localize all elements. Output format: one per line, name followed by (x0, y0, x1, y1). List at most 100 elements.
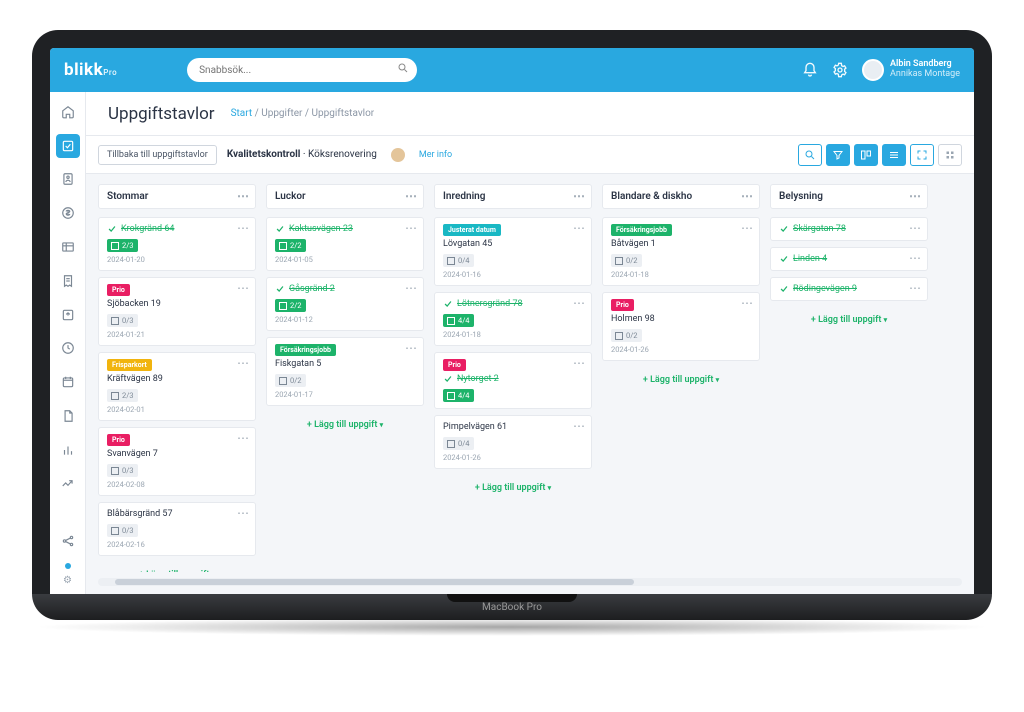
card-menu-icon[interactable]: ⋯ (573, 420, 585, 432)
add-task-button[interactable]: + Lägg till uppgift ▾ (770, 309, 928, 331)
card-title: Svanvägen 7 (107, 449, 158, 459)
view-filter-icon[interactable] (826, 144, 850, 166)
search-input[interactable] (187, 58, 417, 82)
nav-time-icon[interactable] (56, 336, 80, 360)
card-date: 2024-01-12 (275, 315, 415, 324)
card-menu-icon[interactable]: ⋯ (909, 252, 921, 264)
card[interactable]: FörsäkringsjobbFiskgatan 50/22024-01-17⋯ (266, 337, 424, 406)
card-menu-icon[interactable]: ⋯ (405, 222, 417, 234)
nav-home-icon[interactable] (56, 100, 80, 124)
card-badge: Frisparkort (107, 359, 152, 371)
card-badge: Prio (443, 359, 466, 371)
card[interactable]: Skärgatan 78⋯ (770, 217, 928, 241)
card-menu-icon[interactable]: ⋯ (237, 432, 249, 444)
add-task-button[interactable]: + Lägg till uppgift ▾ (266, 414, 424, 436)
view-search-icon[interactable] (798, 144, 822, 166)
card-menu-icon[interactable]: ⋯ (909, 282, 921, 294)
view-kanban-icon[interactable] (854, 144, 878, 166)
view-list-icon[interactable] (882, 144, 906, 166)
card-menu-icon[interactable]: ⋯ (573, 222, 585, 234)
card[interactable]: Pimpelvägen 610/42024-01-26⋯ (434, 415, 592, 469)
nav-contacts-icon[interactable] (56, 168, 80, 192)
add-task-button[interactable]: + Lägg till uppgift ▾ (434, 477, 592, 499)
card-menu-icon[interactable]: ⋯ (573, 357, 585, 369)
card-date: 2024-02-16 (107, 540, 247, 549)
card-title: Båtvägen 1 (611, 239, 656, 249)
nav-calendar-icon[interactable] (56, 370, 80, 394)
card[interactable]: FrisparkortKräftvägen 892/32024-02-01⋯ (98, 352, 256, 421)
card-title: Sjöbacken 19 (107, 299, 161, 309)
column-menu-icon[interactable]: ⋯ (741, 190, 753, 202)
card[interactable]: PrioHolmen 980/22024-01-26⋯ (602, 292, 760, 361)
card[interactable]: PrioNytorget 24/4⋯ (434, 352, 592, 409)
nav-doc-icon[interactable] (56, 404, 80, 428)
card-title: Kaktusvägen 23 (289, 224, 353, 234)
card[interactable]: Linden 4⋯ (770, 247, 928, 271)
card-date: 2024-01-18 (443, 330, 583, 339)
rail-settings-icon[interactable]: ⚙ (63, 575, 72, 586)
card-menu-icon[interactable]: ⋯ (237, 282, 249, 294)
horizontal-scrollbar[interactable] (98, 578, 962, 586)
card-progress: 2/2 (275, 239, 306, 252)
card[interactable]: Kaktusvägen 232/22024-01-05⋯ (266, 217, 424, 271)
check-icon (443, 374, 453, 384)
nav-export-icon[interactable] (56, 303, 80, 327)
card-date: 2024-01-17 (275, 390, 415, 399)
nav-bars-icon[interactable] (56, 438, 80, 462)
card-badge: Försäkringsjobb (611, 224, 672, 236)
card[interactable]: PrioSvanvägen 70/32024-02-08⋯ (98, 427, 256, 496)
card[interactable]: Krokgränd 642/32024-01-20⋯ (98, 217, 256, 271)
check-icon (779, 224, 789, 234)
nav-trend-icon[interactable] (56, 472, 80, 496)
nav-share-icon[interactable] (56, 529, 80, 553)
user-block[interactable]: Albin Sandberg Annikas Montage (862, 59, 960, 81)
card-progress: 2/3 (107, 239, 138, 252)
nav-receipt-icon[interactable] (56, 269, 80, 293)
card[interactable]: Lötnersgränd 784/42024-01-18⋯ (434, 292, 592, 346)
bell-icon[interactable] (802, 62, 818, 78)
column-menu-icon[interactable]: ⋯ (405, 190, 417, 202)
settings-icon[interactable] (832, 62, 848, 78)
back-button[interactable]: Tillbaka till uppgiftstavlor (98, 145, 217, 165)
brand: blikkPro (64, 60, 117, 80)
nav-table-icon[interactable] (56, 235, 80, 259)
card-menu-icon[interactable]: ⋯ (405, 342, 417, 354)
card-progress: 0/2 (611, 254, 642, 267)
user-org: Annikas Montage (890, 70, 960, 80)
card[interactable]: Rödingevägen 9⋯ (770, 277, 928, 301)
card-menu-icon[interactable]: ⋯ (237, 222, 249, 234)
nav-billing-icon[interactable] (56, 201, 80, 225)
view-more-icon[interactable] (938, 144, 962, 166)
card-menu-icon[interactable]: ⋯ (237, 507, 249, 519)
page-header: Uppgiftstavlor Start / Uppgifter / Uppgi… (86, 92, 974, 136)
column-menu-icon[interactable]: ⋯ (237, 190, 249, 202)
card-progress: 0/3 (107, 524, 138, 537)
add-task-button[interactable]: + Lägg till uppgift ▾ (98, 564, 256, 572)
nav-tasks-icon[interactable] (56, 134, 80, 158)
add-task-button[interactable]: + Lägg till uppgift ▾ (602, 369, 760, 391)
breadcrumb-root[interactable]: Start (231, 108, 253, 119)
view-fullscreen-icon[interactable] (910, 144, 934, 166)
search-icon[interactable] (397, 62, 409, 77)
card-date: 2024-02-01 (107, 405, 247, 414)
card-menu-icon[interactable]: ⋯ (573, 297, 585, 309)
card-menu-icon[interactable]: ⋯ (741, 297, 753, 309)
card[interactable]: PrioSjöbacken 190/32024-01-21⋯ (98, 277, 256, 346)
card-progress: 0/3 (107, 314, 138, 327)
column-menu-icon[interactable]: ⋯ (573, 190, 585, 202)
column-menu-icon[interactable]: ⋯ (909, 190, 921, 202)
more-info-link[interactable]: Mer info (419, 150, 452, 160)
card-menu-icon[interactable]: ⋯ (741, 222, 753, 234)
card-menu-icon[interactable]: ⋯ (909, 222, 921, 234)
card-title: Nytorget 2 (457, 374, 499, 384)
card[interactable]: Gåsgränd 22/22024-01-12⋯ (266, 277, 424, 331)
brand-name: blikk (64, 60, 103, 80)
toolbar: Tillbaka till uppgiftstavlor Kvalitetsko… (86, 136, 974, 174)
card[interactable]: Blåbärsgränd 570/32024-02-16⋯ (98, 502, 256, 556)
board-name: Kvalitetskontroll · Köksrenovering (227, 149, 377, 160)
card[interactable]: Justerat datumLövgatan 450/42024-01-16⋯ (434, 217, 592, 286)
card-menu-icon[interactable]: ⋯ (237, 357, 249, 369)
card-menu-icon[interactable]: ⋯ (405, 282, 417, 294)
avatar (862, 59, 884, 81)
card[interactable]: FörsäkringsjobbBåtvägen 10/22024-01-18⋯ (602, 217, 760, 286)
